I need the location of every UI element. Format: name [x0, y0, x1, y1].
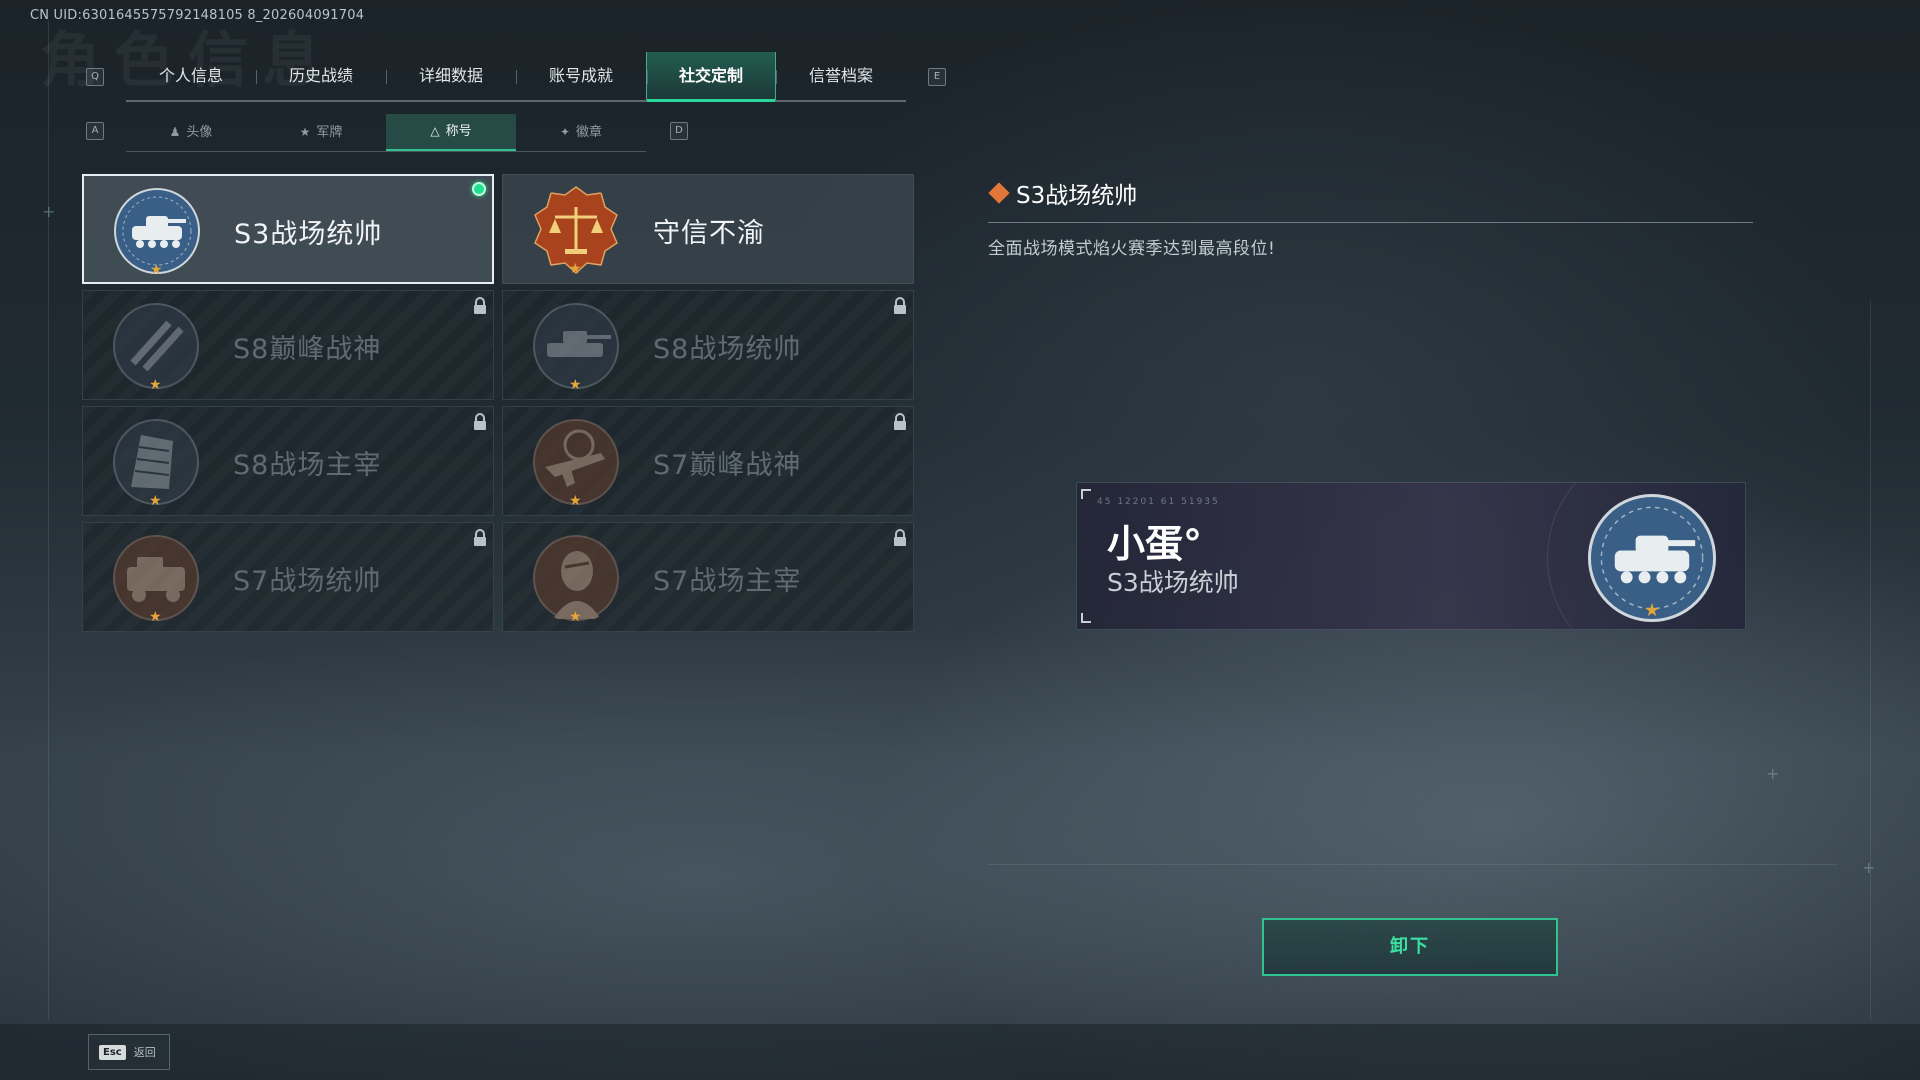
- subtab-dogtag[interactable]: ★ 军牌: [256, 114, 386, 151]
- title-card[interactable]: ★ S7战场主宰: [502, 522, 914, 632]
- diamond-icon: [988, 182, 1010, 204]
- crosshair-icon: +: [42, 202, 56, 221]
- star-icon: ★: [569, 609, 582, 625]
- main-tab-bar: 个人信息 历史战绩 详细数据 账号成就 社交定制 信誉档案: [126, 52, 906, 102]
- unequip-button[interactable]: 卸下: [1262, 918, 1558, 976]
- tab-detailed-data[interactable]: 详细数据: [386, 52, 516, 100]
- title-name: S8巅峰战神: [233, 334, 382, 365]
- tab-reputation[interactable]: 信誉档案: [776, 52, 906, 100]
- lock-icon: [474, 529, 486, 546]
- title-name: 守信不渝: [653, 218, 765, 249]
- detail-header: S3战场统帅: [988, 176, 1138, 210]
- bottom-bar: [0, 1024, 1920, 1080]
- title-grid: ★ S3战场统帅 ★ 守信不渝 ★ S8巅峰战神 ★ S8战场统帅 ★ S8战场…: [82, 174, 914, 632]
- star-icon: ★: [569, 261, 582, 277]
- tab-history[interactable]: 历史战绩: [256, 52, 386, 100]
- back-label: 返回: [133, 1046, 156, 1059]
- lock-icon: [474, 297, 486, 314]
- title-card[interactable]: ★ S3战场统帅: [82, 174, 494, 284]
- title-card[interactable]: ★ S7巅峰战神: [502, 406, 914, 516]
- tank-emblem-icon: ★: [1587, 493, 1717, 623]
- title-name: S7战场统帅: [233, 566, 382, 597]
- title-preview-card: 45 12201 61 51935 小蛋° S3战场统帅 ★: [1076, 482, 1746, 630]
- corner-bracket: [1081, 489, 1091, 499]
- subtab-label: 徽章: [576, 125, 603, 140]
- badge-icon: ✦: [559, 125, 571, 139]
- lock-icon: [894, 413, 906, 430]
- crosshair-icon: +: [1766, 764, 1780, 783]
- title-name: S8战场统帅: [653, 334, 802, 365]
- tab-achievements[interactable]: 账号成就: [516, 52, 646, 100]
- frame-line: [1870, 300, 1871, 1020]
- divider: [988, 222, 1753, 223]
- title-icon: △: [430, 124, 440, 138]
- back-button[interactable]: Esc 返回: [88, 1034, 170, 1070]
- detail-description: 全面战场模式焰火赛季达到最高段位!: [988, 239, 1276, 259]
- corner-bracket: [1081, 613, 1091, 623]
- title-card[interactable]: ★ S8巅峰战神: [82, 290, 494, 400]
- subtab-avatar[interactable]: ♟ 头像: [126, 114, 256, 151]
- star-icon: ★: [569, 493, 582, 509]
- star-icon: ★: [569, 377, 582, 393]
- title-card[interactable]: ★ 守信不渝: [502, 174, 914, 284]
- title-card[interactable]: ★ S7战场统帅: [82, 522, 494, 632]
- prev-tab-key[interactable]: Q: [86, 68, 104, 86]
- frame-line: [48, 20, 49, 1020]
- subtab-label: 头像: [186, 125, 213, 140]
- dogtag-icon: ★: [299, 125, 311, 139]
- player-nickname: 小蛋°: [1107, 522, 1203, 566]
- detail-title: S3战场统帅: [1016, 183, 1138, 209]
- equipped-indicator: [472, 182, 486, 196]
- prev-subtab-key[interactable]: A: [86, 122, 104, 140]
- uid-label: CN UID:6301645575792148105 8_20260409170…: [30, 8, 365, 23]
- subtab-title[interactable]: △ 称号: [386, 114, 516, 151]
- preview-title: S3战场统帅: [1107, 568, 1239, 597]
- frame-line: [988, 864, 1838, 865]
- lock-icon: [894, 529, 906, 546]
- preview-numbers: 45 12201 61 51935: [1097, 497, 1220, 507]
- esc-key: Esc: [99, 1044, 126, 1060]
- star-icon: ★: [149, 609, 162, 625]
- sub-tab-bar: ♟ 头像 ★ 军牌 △ 称号 ✦ 徽章: [126, 114, 646, 152]
- title-name: S7巅峰战神: [653, 450, 802, 481]
- crosshair-icon: +: [1862, 858, 1876, 877]
- next-tab-key[interactable]: E: [928, 68, 946, 86]
- tab-social-custom[interactable]: 社交定制: [646, 52, 776, 102]
- title-name: S3战场统帅: [234, 219, 383, 250]
- subtab-label: 称号: [445, 124, 472, 139]
- svg-text:★: ★: [1644, 600, 1660, 621]
- tab-personal-info[interactable]: 个人信息: [126, 52, 256, 100]
- title-card[interactable]: ★ S8战场统帅: [502, 290, 914, 400]
- star-icon: ★: [149, 377, 162, 393]
- title-name: S8战场主宰: [233, 450, 382, 481]
- lock-icon: [474, 413, 486, 430]
- subtab-label: 军牌: [316, 125, 343, 140]
- title-name: S7战场主宰: [653, 566, 802, 597]
- title-card[interactable]: ★ S8战场主宰: [82, 406, 494, 516]
- star-icon: ★: [150, 262, 163, 278]
- lock-icon: [894, 297, 906, 314]
- person-icon: ♟: [169, 125, 181, 139]
- star-icon: ★: [149, 493, 162, 509]
- next-subtab-key[interactable]: D: [670, 122, 688, 140]
- subtab-badge[interactable]: ✦ 徽章: [516, 114, 646, 151]
